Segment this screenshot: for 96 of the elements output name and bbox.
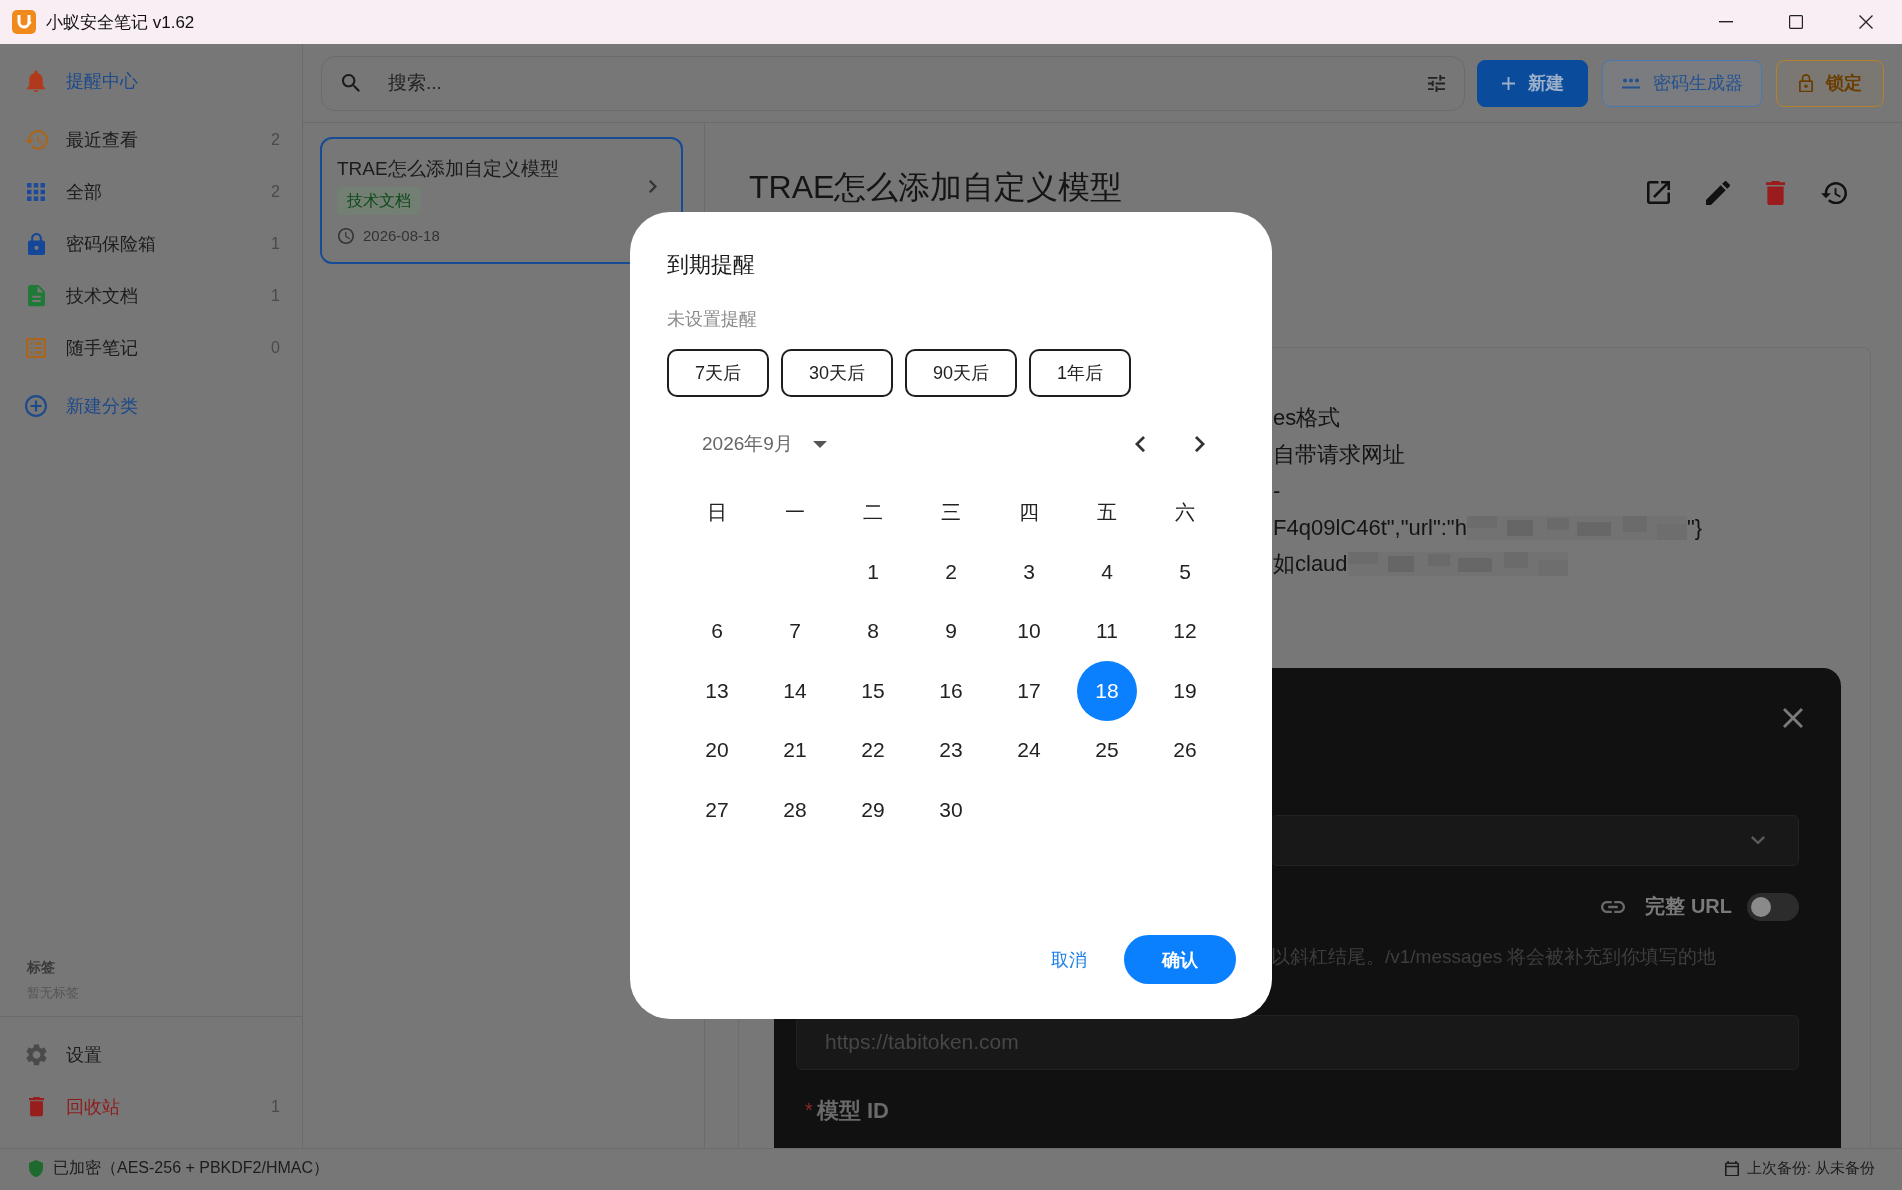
category-tag: 技术文档	[337, 187, 421, 215]
new-button[interactable]: 新建	[1477, 59, 1588, 107]
preset-button[interactable]: 30天后	[781, 349, 894, 397]
weekday-label: 二	[863, 499, 883, 525]
app-logo-icon	[12, 10, 36, 34]
required-mark: *	[805, 1099, 813, 1122]
calendar-day[interactable]: 1	[843, 541, 903, 602]
calendar-day[interactable]: 3	[999, 541, 1059, 602]
weekday-label: 一	[785, 499, 805, 525]
calendar-day[interactable]: 7	[765, 601, 825, 662]
calendar-day[interactable]: 4	[1077, 541, 1137, 602]
note-text: -	[1273, 478, 1281, 505]
encryption-status: 已加密（AES-256 + PBKDF2/HMAC）	[53, 1158, 330, 1178]
settings-icon	[25, 1044, 47, 1066]
bell-icon	[27, 69, 45, 93]
reminder-status: 未设置提醒	[667, 308, 758, 331]
calendar-day[interactable]: 5	[1155, 541, 1215, 602]
chevron-right-icon	[649, 180, 657, 193]
close-icon[interactable]	[1859, 15, 1873, 29]
calendar-icon	[1724, 1160, 1739, 1177]
preset-button[interactable]: 1年后	[1029, 349, 1132, 397]
lock-icon	[1798, 73, 1813, 93]
calendar-day[interactable]: 8	[843, 601, 903, 662]
tags-heading: 标签	[27, 958, 56, 977]
calendar-day[interactable]: 18	[1077, 660, 1137, 721]
plus-icon	[1501, 76, 1515, 90]
weekday-label: 四	[1019, 499, 1039, 525]
calendar-day[interactable]: 22	[843, 720, 903, 781]
calendar-day[interactable]: 21	[765, 720, 825, 781]
calendar-day[interactable]: 10	[999, 601, 1059, 662]
toggle-switch[interactable]	[1747, 892, 1799, 921]
calendar-day[interactable]: 15	[843, 660, 903, 721]
grid-icon	[27, 183, 45, 201]
preset-button[interactable]: 90天后	[905, 349, 1018, 397]
calendar-day[interactable]: 23	[921, 720, 981, 781]
calendar-day[interactable]: 30	[921, 779, 981, 840]
search-icon	[342, 74, 360, 92]
field-label: 模型 ID	[816, 1096, 889, 1125]
dots-icon	[1621, 77, 1640, 89]
note-heading: TRAE怎么添加自定义模型	[749, 168, 1123, 207]
window-title: 小蚁安全笔记 v1.62	[46, 11, 195, 34]
lock-icon	[27, 232, 45, 256]
confirm-button[interactable]: 确认	[1124, 935, 1236, 984]
note-text: F4q09lC46t","url":"h	[1273, 514, 1467, 541]
note-text: "}	[1686, 514, 1703, 541]
calendar-day[interactable]: 6	[687, 601, 747, 662]
weekday-label: 五	[1097, 499, 1117, 525]
calendar-day[interactable]: 12	[1155, 601, 1215, 662]
edit-icon[interactable]	[1706, 181, 1730, 205]
month-picker[interactable]: 2026年9月	[702, 431, 827, 457]
calendar-day[interactable]: 20	[687, 720, 747, 781]
calendar-day[interactable]: 29	[843, 779, 903, 840]
filter-icon[interactable]	[1428, 74, 1445, 92]
dropdown-field[interactable]	[1271, 814, 1799, 866]
chevron-down-icon	[1751, 835, 1765, 845]
note-text: es格式	[1273, 404, 1341, 433]
history-icon	[24, 130, 48, 150]
note-text: 自带请求网址	[1273, 440, 1405, 469]
calendar-day[interactable]: 9	[921, 601, 981, 662]
link-icon	[1601, 900, 1626, 913]
calendar-day[interactable]: 16	[921, 660, 981, 721]
calendar-day[interactable]: 28	[765, 779, 825, 840]
calendar-day[interactable]: 19	[1155, 660, 1215, 721]
preset-button[interactable]: 7天后	[667, 349, 769, 397]
chevron-right-icon[interactable]	[1195, 435, 1205, 453]
list-icon	[26, 338, 46, 358]
history-icon[interactable]	[1821, 181, 1847, 205]
shield-icon	[29, 1159, 43, 1178]
search-field[interactable]: 搜索...	[321, 55, 1465, 111]
trash-icon	[28, 1097, 44, 1117]
cancel-button[interactable]: 取消	[1051, 947, 1087, 972]
minimize-icon[interactable]	[1719, 21, 1733, 23]
caret-icon	[812, 440, 827, 448]
open-external-icon[interactable]	[1647, 181, 1670, 205]
weekday-label: 日	[707, 499, 727, 525]
toggle-label: 完整 URL	[1645, 894, 1732, 919]
calendar-day[interactable]: 13	[687, 660, 747, 721]
calendar-day[interactable]: 24	[999, 720, 1059, 781]
calendar-day[interactable]: 25	[1077, 720, 1137, 781]
note-title: TRAE怎么添加自定义模型	[337, 157, 560, 181]
maximize-icon[interactable]	[1789, 15, 1803, 29]
backup-status: 上次备份: 从未备份	[1746, 1159, 1875, 1178]
calendar-day[interactable]: 11	[1077, 601, 1137, 662]
calendar-day[interactable]: 27	[687, 779, 747, 840]
calendar-day[interactable]: 26	[1155, 720, 1215, 781]
weekday-label: 六	[1175, 499, 1195, 525]
calendar-day[interactable]: 14	[765, 660, 825, 721]
clock-icon	[338, 228, 354, 244]
calendar-day[interactable]: 17	[999, 660, 1059, 721]
chevron-left-icon[interactable]	[1135, 435, 1145, 453]
sidebar-item[interactable]: 设置	[0, 1029, 302, 1081]
document-icon	[27, 285, 45, 307]
note-text: 如claud	[1273, 550, 1348, 579]
weekday-label: 三	[941, 499, 961, 525]
calendar-day[interactable]: 2	[921, 541, 981, 602]
note-date: 2026-08-18	[363, 226, 440, 246]
